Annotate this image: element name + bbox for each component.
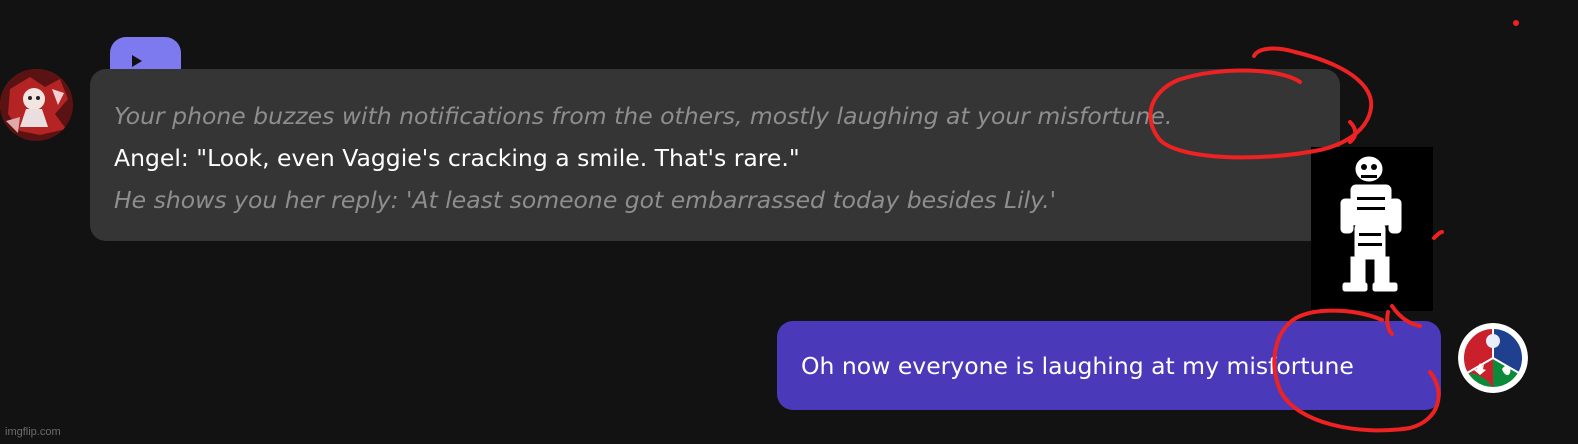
play-icon [132,54,142,67]
user-message-bubble: Oh now everyone is laughing at my misfor… [777,321,1441,410]
bot-narration-line: He shows you her reply: 'At least someon… [114,186,1057,214]
user-avatar-image [1458,323,1528,393]
bot-avatar[interactable] [0,69,73,141]
bot-message-bubble: Your phone buzzes with notifications fro… [90,69,1340,241]
user-avatar[interactable] [1458,323,1528,393]
bot-narration-line: Your phone buzzes with notifications fro… [114,102,1173,130]
watermark: imgflip.com [5,426,61,438]
bot-avatar-image [0,69,72,141]
user-message-text: Oh now everyone is laughing at my misfor… [801,351,1354,380]
bot-speech-line: Angel: "Look, even Vaggie's cracking a s… [114,144,800,172]
skeleton-character-image [1311,147,1433,311]
